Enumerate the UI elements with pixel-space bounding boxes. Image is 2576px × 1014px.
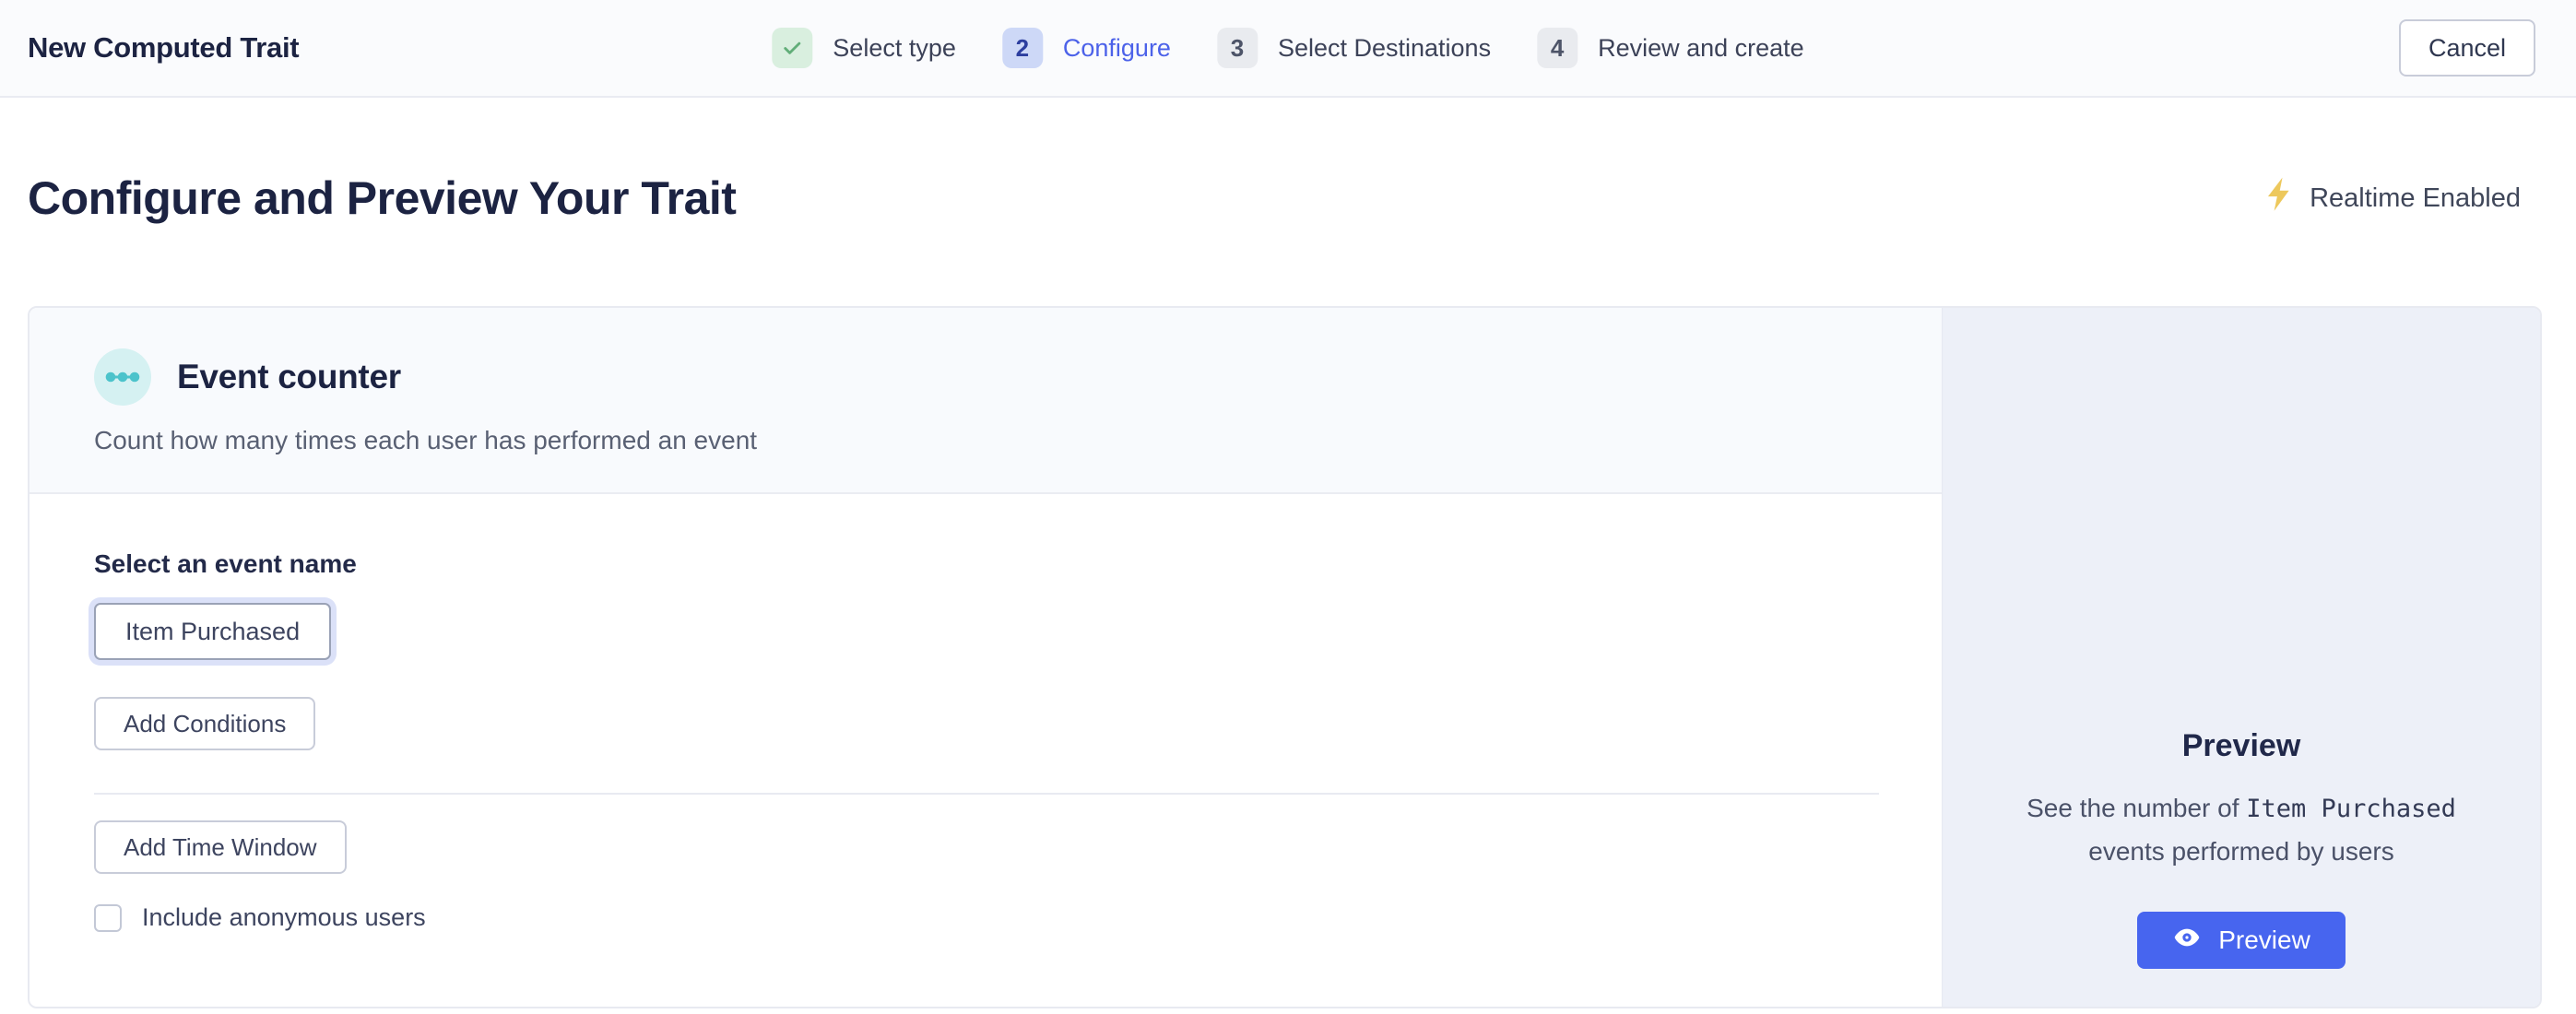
preview-description: See the number of Item Purchased events … (2006, 786, 2476, 873)
preview-event-name: Item Purchased (2246, 795, 2456, 823)
step-review-create[interactable]: 4 Review and create (1537, 28, 1804, 68)
step-label: Select Destinations (1278, 34, 1491, 63)
include-anonymous-label: Include anonymous users (142, 903, 426, 932)
preview-button[interactable]: Preview (2137, 912, 2346, 969)
trait-type-title: Event counter (177, 358, 401, 396)
trait-config-card: Event counter Count how many times each … (28, 306, 2542, 1008)
page-title: Configure and Preview Your Trait (28, 171, 736, 225)
add-conditions-button[interactable]: Add Conditions (94, 697, 315, 750)
trait-type-header: Event counter Count how many times each … (30, 308, 1942, 494)
realtime-status: Realtime Enabled (2263, 176, 2521, 220)
step-done-check-icon (772, 28, 812, 68)
eye-icon (2172, 923, 2202, 959)
preview-button-label: Preview (2218, 926, 2310, 955)
add-time-window-button[interactable]: Add Time Window (94, 820, 347, 874)
trait-config-main: Event counter Count how many times each … (30, 308, 1942, 1007)
step-number-badge: 2 (1002, 28, 1043, 68)
step-label: Review and create (1598, 34, 1804, 63)
anonymous-users-row: Include anonymous users (94, 903, 1879, 932)
step-label: Select type (833, 34, 956, 63)
window-title: New Computed Trait (28, 31, 299, 65)
lightning-bolt-icon (2263, 176, 2295, 220)
section-divider (94, 793, 1879, 795)
step-configure[interactable]: 2 Configure (1002, 28, 1171, 68)
event-name-selector[interactable]: Item Purchased (94, 603, 331, 660)
realtime-label: Realtime Enabled (2310, 183, 2521, 214)
preview-description-prefix: See the number of (2027, 794, 2246, 822)
preview-description-suffix: events performed by users (2088, 837, 2394, 866)
trait-config-body: Select an event name Item Purchased Add … (30, 494, 1942, 932)
wizard-stepper: Select type 2 Configure 3 Select Destina… (772, 0, 1803, 96)
step-select-destinations[interactable]: 3 Select Destinations (1217, 28, 1491, 68)
include-anonymous-checkbox[interactable] (94, 904, 122, 932)
trait-type-description: Count how many times each user has perfo… (94, 426, 1877, 455)
preview-panel: Preview See the number of Item Purchased… (1942, 308, 2540, 1007)
step-select-type[interactable]: Select type (772, 28, 956, 68)
step-label: Configure (1063, 34, 1171, 63)
cancel-button[interactable]: Cancel (2399, 19, 2535, 77)
preview-heading: Preview (2182, 728, 2301, 764)
event-name-label: Select an event name (94, 549, 1879, 579)
page-heading-row: Configure and Preview Your Trait Realtim… (0, 171, 2576, 225)
top-bar: New Computed Trait Select type 2 Configu… (0, 0, 2576, 98)
event-counter-icon (94, 348, 151, 406)
step-number-badge: 3 (1217, 28, 1258, 68)
step-number-badge: 4 (1537, 28, 1578, 68)
